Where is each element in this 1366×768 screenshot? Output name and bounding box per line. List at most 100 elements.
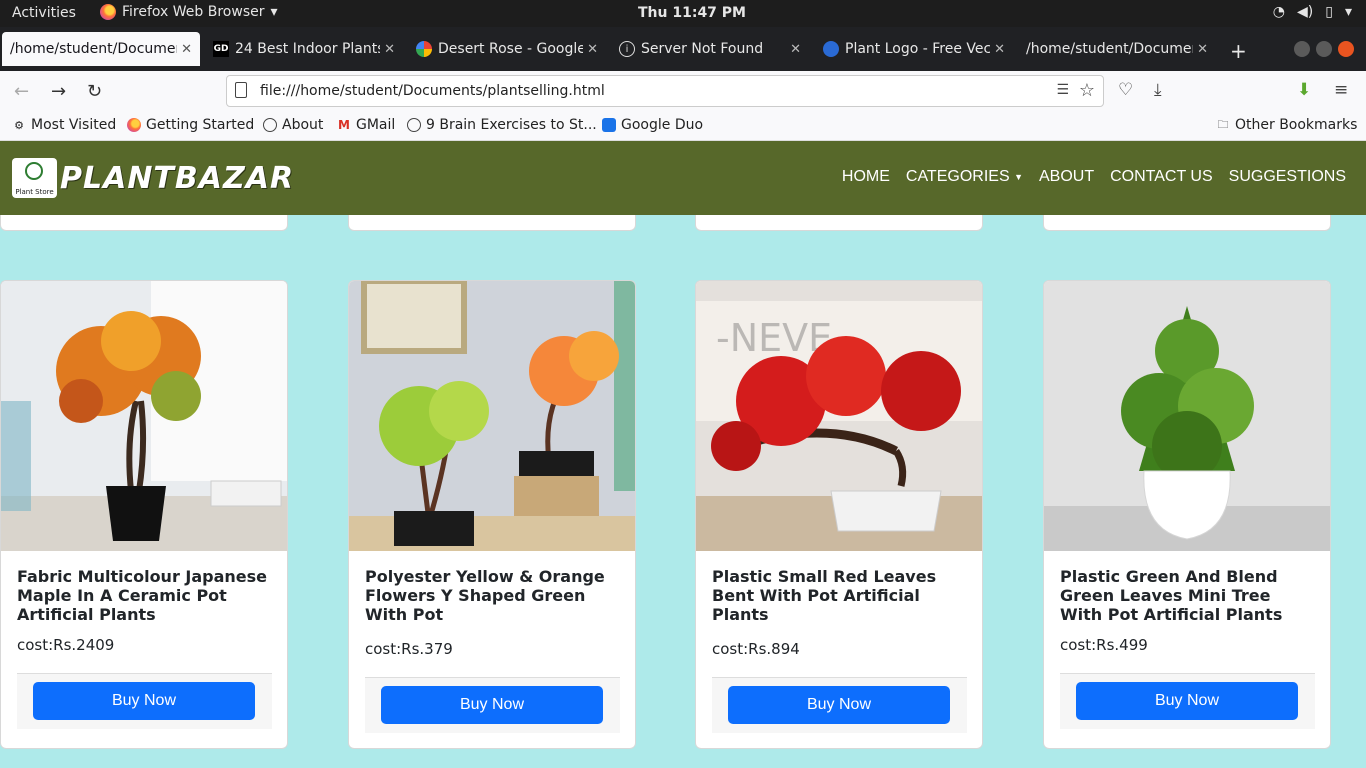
product-image[interactable] [349,281,635,551]
close-icon[interactable]: ✕ [1197,42,1208,57]
product-cost: cost:Rs.379 [365,640,453,658]
product-card: Plastic Green And Blend Green Leaves Min… [1043,280,1331,749]
bookmark-about[interactable]: About [263,117,323,133]
caret-down-icon: ▼ [1014,171,1023,182]
maximize-icon[interactable] [1316,41,1332,57]
tab-label: /home/student/Documen [10,41,178,57]
bookmark-label: 9 Brain Exercises to St... [426,117,597,133]
product-title: Plastic Green And Blend Green Leaves Min… [1060,567,1283,624]
product-cost: cost:Rs.894 [712,640,800,658]
tab-plantselling[interactable]: /home/student/Documen ✕ [2,32,200,66]
google-duo-icon [602,118,616,132]
chevron-down-icon: ▾ [1344,4,1352,20]
nav-about[interactable]: ABOUT [1039,168,1094,186]
bookmark-label: Getting Started [146,117,255,133]
logo-icon [823,41,839,57]
firefox-icon [100,4,116,20]
buy-now-button[interactable]: Buy Now [381,686,603,724]
tab-plantselling-2[interactable]: /home/student/Documen ✕ [1018,32,1216,66]
address-bar[interactable]: file:///home/student/Documents/plantsell… [226,75,1104,107]
download-icon[interactable]: ⤓ [1154,80,1162,100]
product-cost: cost:Rs.499 [1060,636,1148,654]
brand-name[interactable]: PLANTBAZAR [60,161,294,196]
bookmark-label: Most Visited [31,117,117,133]
card-footer: Buy Now [365,677,620,733]
reload-icon[interactable]: ↻ [87,81,102,102]
card-footer: Buy Now [17,673,272,729]
menu-icon[interactable]: ≡ [1334,80,1348,100]
site-logo[interactable]: Plant Store [12,158,57,198]
bookmark-label: About [282,117,324,133]
firefox-icon [127,118,141,132]
gear-icon: ⚙ [14,118,24,132]
folder-icon: 🗀 [1217,117,1229,131]
product-image[interactable]: -NEVE [696,281,982,551]
chevron-down-icon: ▾ [270,4,278,20]
page-icon [235,82,247,98]
nav-categories-label: CATEGORIES [905,168,1010,185]
window-close-icon[interactable] [1338,41,1354,57]
tab-server-not-found[interactable]: i Server Not Found ✕ [611,32,809,66]
gmail-icon: M [338,118,350,132]
forward-icon[interactable]: → [51,81,66,102]
close-icon[interactable]: ✕ [994,42,1005,57]
product-image[interactable] [1044,281,1330,551]
new-tab-icon[interactable]: + [1230,39,1247,63]
product-title: Polyester Yellow & Orange Flowers Y Shap… [365,567,605,624]
product-card: -NEVE Plastic Small Red Leaves Bent With… [695,280,983,749]
app-menu-label: Firefox Web Browser [122,4,265,20]
tab-indoor-plants[interactable]: GD 24 Best Indoor Plants ✕ [205,32,403,66]
close-icon[interactable]: ✕ [181,42,192,57]
minimize-icon[interactable] [1294,41,1310,57]
star-icon[interactable]: ☆ [1079,80,1095,101]
tab-label: Desert Rose - Google [438,41,584,57]
close-icon[interactable]: ✕ [587,42,598,57]
nav-contact[interactable]: CONTACT US [1110,168,1213,186]
product-card: Fabric Multicolour Japanese Maple In A C… [0,280,288,749]
back-icon[interactable]: ← [14,81,29,102]
nav-categories[interactable]: CATEGORIES ▼ [906,168,1023,186]
buy-now-button[interactable]: Buy Now [1076,682,1298,720]
tab-desert-rose[interactable]: Desert Rose - Google ✕ [408,32,606,66]
clock[interactable]: Thu 11:47 PM [638,5,746,21]
pocket-icon[interactable]: ♡ [1118,80,1133,100]
product-title: Fabric Multicolour Japanese Maple In A C… [17,567,268,624]
bookmarks-toolbar: ⚙ Most Visited Getting Started About M G… [0,111,1366,141]
close-icon[interactable]: ✕ [790,42,801,57]
volume-icon: ◀︎) [1297,4,1314,20]
app-menu[interactable]: Firefox Web Browser ▾ [100,4,278,20]
bookmark-getting-started[interactable]: Getting Started [127,117,254,133]
product-title: Plastic Small Red Leaves Bent With Pot A… [712,567,937,624]
bookmark-label: GMail [356,117,396,133]
tab-label: Plant Logo - Free Vect [845,41,991,57]
tab-label: 24 Best Indoor Plants [235,41,381,57]
bookmark-most-visited[interactable]: ⚙ Most Visited [12,117,116,133]
bookmark-label: Google Duo [621,117,704,133]
gd-icon: GD [213,41,229,57]
wifi-icon: ◔ [1272,4,1286,20]
system-tray[interactable]: ◔ ◀︎) ▯ ▾ [1273,4,1352,20]
product-card: Polyester Yellow & Orange Flowers Y Shap… [348,280,636,749]
site-nav: HOME CATEGORIES ▼ ABOUT CONTACT US SUGGE… [842,168,1346,186]
activities-button[interactable]: Activities [12,5,76,21]
bookmark-brain-exercises[interactable]: 9 Brain Exercises to St... [407,117,597,133]
product-cost: cost:Rs.2409 [17,636,115,654]
extension-icon[interactable]: ⬇ [1297,80,1311,100]
buy-now-button[interactable]: Buy Now [33,682,255,720]
url-text: file:///home/student/Documents/plantsell… [260,83,605,99]
bookmark-google-duo[interactable]: Google Duo [602,117,703,133]
nav-suggestions[interactable]: SUGGESTIONS [1229,168,1346,186]
nav-home[interactable]: HOME [842,168,890,186]
other-bookmarks[interactable]: 🗀 Other Bookmarks [1216,117,1358,133]
buy-now-button[interactable]: Buy Now [728,686,950,724]
tab-label: Server Not Found [641,41,764,57]
google-icon [416,41,432,57]
bookmark-gmail[interactable]: M GMail [337,117,395,133]
card-footer: Buy Now [712,677,967,733]
tab-plant-logo[interactable]: Plant Logo - Free Vect ✕ [815,32,1013,66]
bookmark-label: Other Bookmarks [1235,117,1358,133]
product-image[interactable] [1,281,287,551]
logo-caption: Plant Store [15,188,54,196]
reader-view-icon[interactable]: ☰ [1056,82,1069,98]
close-icon[interactable]: ✕ [384,42,395,57]
